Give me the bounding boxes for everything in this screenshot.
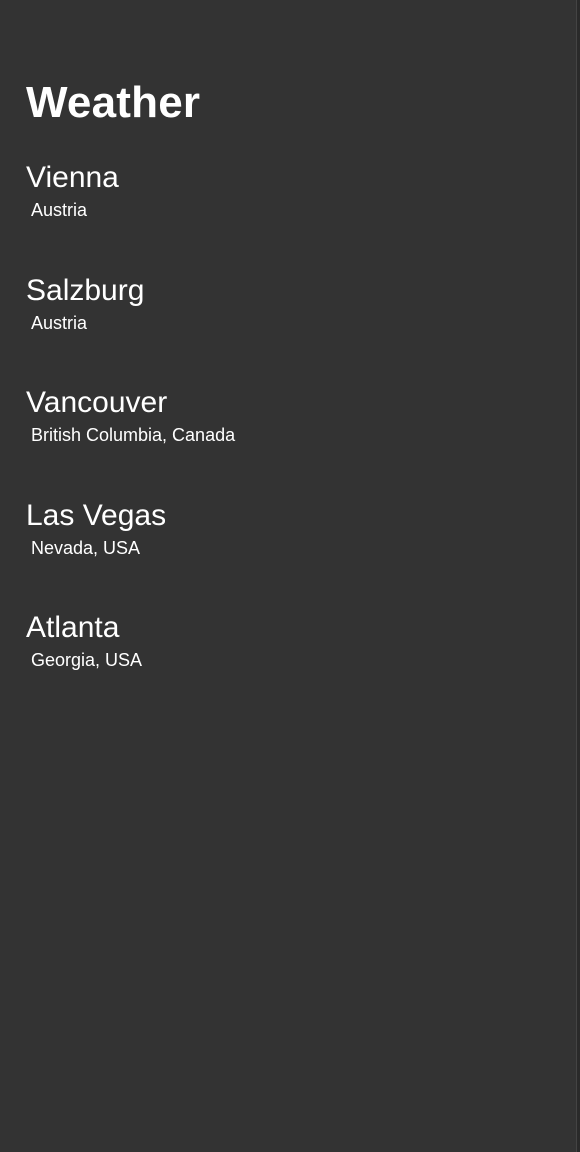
region-name: Nevada, USA bbox=[31, 537, 141, 558]
scrollbar-edge bbox=[576, 0, 580, 1152]
city-name: Vienna bbox=[26, 161, 119, 194]
region-name: Austria bbox=[31, 312, 88, 333]
list-item[interactable]: Vancouver British Columbia, Canada bbox=[26, 385, 235, 498]
list-item[interactable]: Atlanta Georgia, USA bbox=[26, 610, 235, 723]
city-name: Atlanta bbox=[26, 611, 120, 644]
list-item[interactable]: Salzburg Austria bbox=[26, 273, 235, 386]
region-name: Austria bbox=[31, 200, 88, 220]
page-title: Weather bbox=[26, 78, 201, 127]
city-name: Salzburg bbox=[26, 273, 145, 307]
list-item[interactable]: Vienna Austria bbox=[26, 160, 235, 273]
region-name: Georgia, USA bbox=[31, 650, 143, 670]
region-name: British Columbia, Canada bbox=[31, 425, 236, 445]
list-item[interactable]: Las Vegas Nevada, USA bbox=[26, 498, 235, 611]
city-name: Vancouver bbox=[26, 386, 168, 419]
location-list: Vienna Austria Salzburg Austria Vancouve… bbox=[26, 160, 235, 723]
city-name: Las Vegas bbox=[26, 498, 167, 532]
